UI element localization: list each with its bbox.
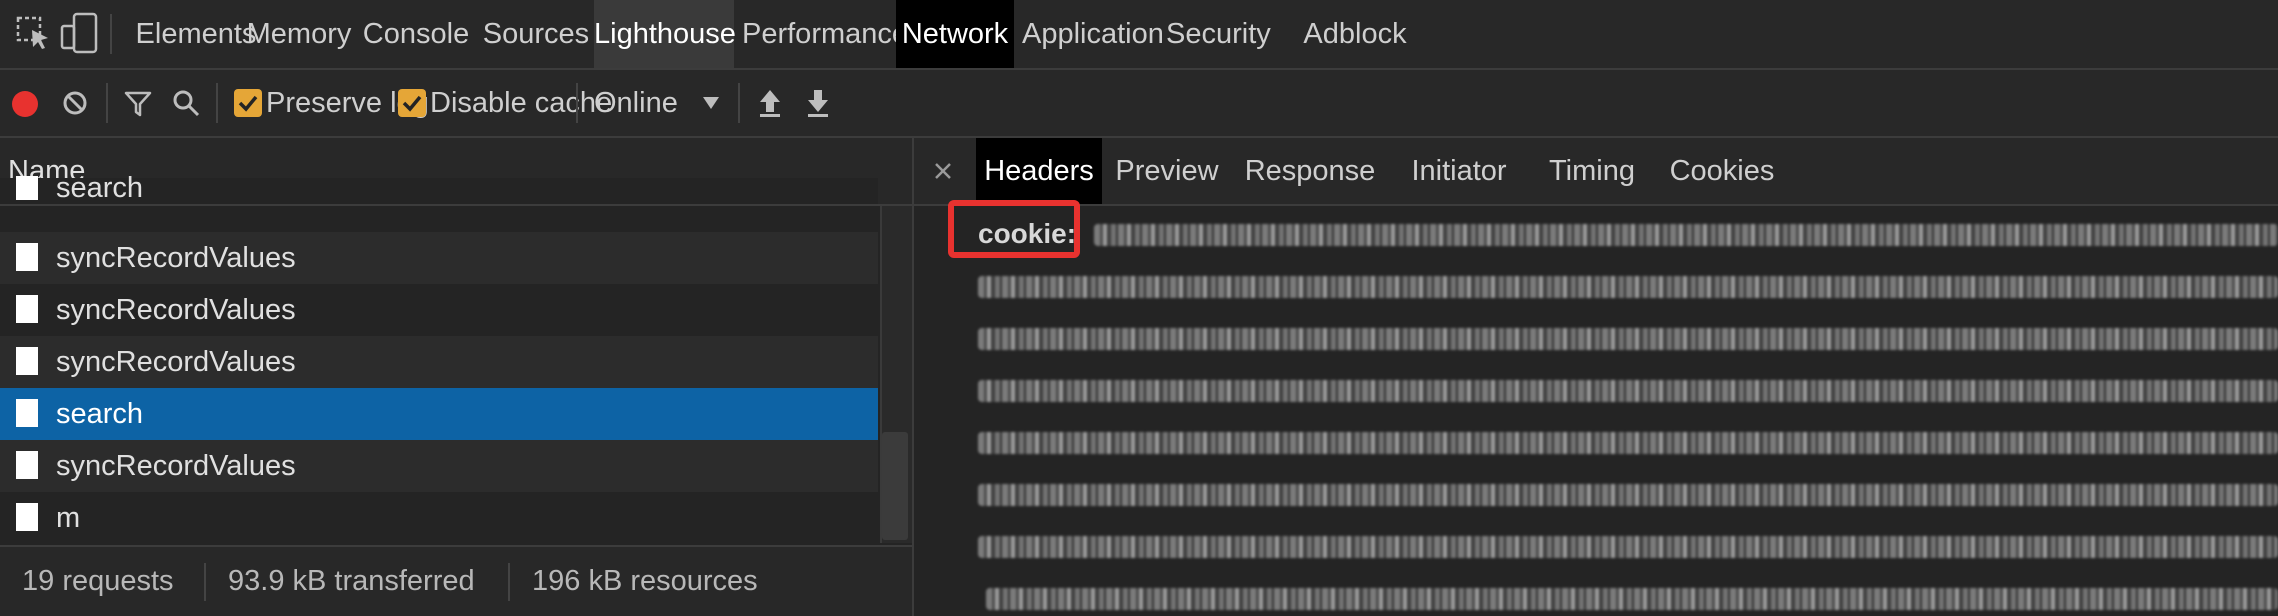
- disable-cache-checkbox[interactable]: [398, 89, 426, 117]
- request-name: syncRecordValues: [56, 242, 296, 274]
- redacted-cookie-value: [978, 536, 2278, 558]
- separator: [204, 563, 206, 601]
- disable-cache-label[interactable]: Disable cache: [430, 70, 612, 136]
- cookie-highlight-box: [948, 200, 1080, 258]
- tab-lighthouse[interactable]: Lighthouse: [594, 0, 736, 68]
- headers-content: cookie:: [914, 206, 2278, 614]
- tab-cookies[interactable]: Cookies: [1654, 138, 1790, 204]
- close-icon[interactable]: [932, 160, 954, 182]
- tab-timing[interactable]: Timing: [1530, 138, 1654, 204]
- redacted-cookie-value: [978, 432, 2278, 454]
- tab-response[interactable]: Response: [1232, 138, 1388, 204]
- network-toolbar: Preserve log Disable cache Online: [0, 70, 2278, 138]
- record-icon[interactable]: [12, 91, 38, 117]
- request-name: m: [56, 502, 81, 534]
- request-row[interactable]: syncRecordValues: [0, 284, 878, 336]
- device-toolbar-icon[interactable]: [60, 12, 100, 56]
- request-row[interactable]: syncRecordValues: [0, 440, 878, 492]
- separator: [216, 83, 218, 123]
- request-name: syncRecordValues: [56, 346, 296, 378]
- separator: [508, 563, 510, 601]
- redacted-cookie-value: [978, 380, 2278, 402]
- tab-adblock-plus[interactable]: Adblock Plus: [1280, 0, 1430, 118]
- devtools-tab-bar: Elements Memory Console Sources Lighthou…: [0, 0, 2278, 118]
- file-icon: [16, 347, 38, 375]
- request-name: syncRecordValues: [56, 294, 296, 326]
- tab-preview[interactable]: Preview: [1102, 138, 1232, 204]
- preserve-log-checkbox[interactable]: [234, 89, 262, 117]
- clear-icon[interactable]: [62, 90, 88, 116]
- request-row[interactable]: m: [0, 492, 878, 544]
- request-row[interactable]: syncRecordValues: [0, 336, 878, 388]
- file-icon: [16, 176, 38, 200]
- dropdown-icon[interactable]: [702, 96, 720, 110]
- file-icon: [16, 399, 38, 427]
- download-icon[interactable]: [806, 88, 830, 118]
- request-name: search: [56, 398, 144, 430]
- redacted-cookie-value: [1094, 224, 2278, 246]
- tab-headers[interactable]: Headers: [976, 138, 1102, 204]
- header-divider: [0, 204, 880, 206]
- redacted-cookie-value: [978, 276, 2278, 298]
- request-name: syncRecordValues: [56, 450, 296, 482]
- file-icon: [16, 503, 38, 531]
- throttling-select[interactable]: Online: [594, 70, 678, 136]
- tab-application[interactable]: Application: [1022, 0, 1164, 68]
- separator: [110, 14, 112, 54]
- search-icon[interactable]: [172, 89, 200, 117]
- request-name: search: [56, 172, 144, 204]
- separator: [576, 83, 578, 123]
- request-count: 19 requests: [22, 565, 174, 597]
- filter-icon[interactable]: [124, 90, 152, 118]
- detail-tab-bar: Headers Preview Response Initiator Timin…: [914, 138, 2278, 206]
- file-icon: [16, 295, 38, 323]
- resources-size: 196 kB resources: [532, 565, 758, 597]
- tab-sources[interactable]: Sources: [480, 0, 592, 68]
- tab-initiator[interactable]: Initiator: [1388, 138, 1530, 204]
- separator: [106, 83, 108, 123]
- network-status-bar: 19 requests 93.9 kB transferred 196 kB r…: [0, 545, 914, 616]
- request-row-selected[interactable]: search: [0, 388, 878, 440]
- transferred-size: 93.9 kB transferred: [228, 565, 475, 597]
- redacted-cookie-value: [978, 328, 2278, 350]
- redacted-cookie-value: [986, 588, 2278, 610]
- inspect-icon[interactable]: [14, 14, 54, 54]
- redacted-cookie-value: [978, 484, 2278, 506]
- tab-performance[interactable]: Performance: [742, 0, 908, 68]
- tab-memory[interactable]: Memory: [246, 0, 352, 68]
- request-row[interactable]: syncRecordValues: [0, 232, 878, 284]
- tab-security[interactable]: Security: [1166, 0, 1271, 68]
- file-icon: [16, 451, 38, 479]
- tab-network[interactable]: Network: [896, 0, 1014, 68]
- file-icon: [16, 243, 38, 271]
- tab-console[interactable]: Console: [360, 0, 472, 68]
- separator: [738, 83, 740, 123]
- scrollbar-thumb[interactable]: [882, 432, 908, 540]
- upload-icon[interactable]: [758, 88, 782, 118]
